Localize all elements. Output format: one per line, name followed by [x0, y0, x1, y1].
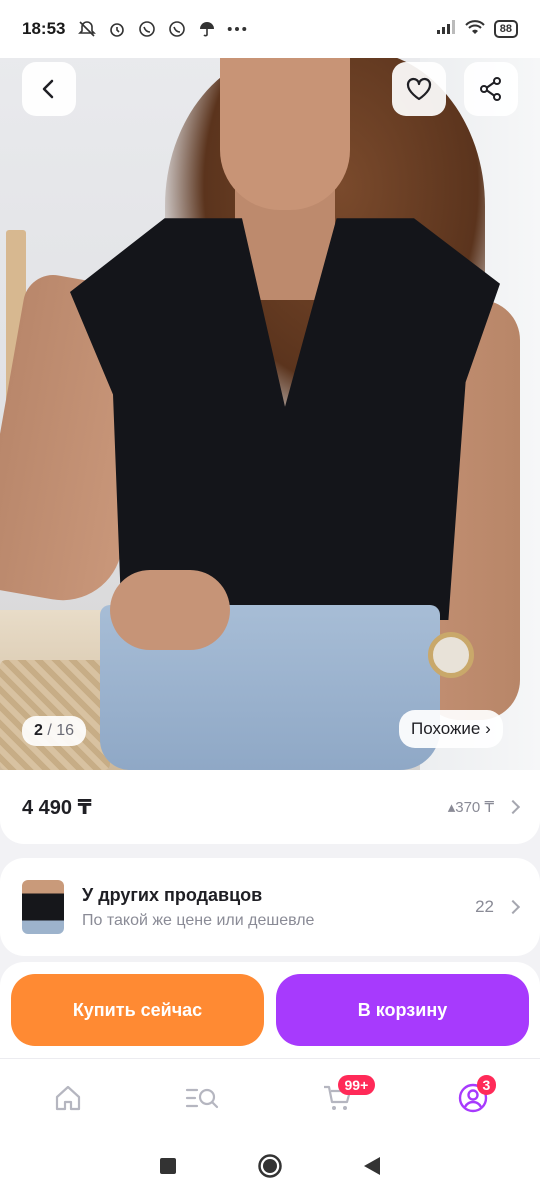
back-system-button[interactable] [363, 1156, 381, 1181]
price-change-link[interactable]: ▴370 ₸ [447, 798, 521, 816]
umbrella-icon [197, 19, 217, 39]
buy-now-button[interactable]: Купить сейчас [11, 974, 264, 1046]
chevron-left-icon [42, 79, 54, 99]
notification-icons [77, 19, 247, 39]
battery-indicator: 88 [493, 20, 518, 38]
back-button[interactable] [22, 62, 76, 116]
heart-icon [406, 77, 432, 101]
photo-counter: 2 / 16 [22, 716, 87, 746]
product-photo[interactable]: 2 / 16 Похожие › [0, 50, 540, 770]
whatsapp-icon [167, 19, 187, 39]
other-sellers-subtitle: По такой же цене или дешевле [82, 911, 315, 929]
other-sellers-count: 22 [475, 897, 494, 916]
home-system-button[interactable] [257, 1153, 283, 1184]
wifi-icon [464, 19, 486, 40]
catalog-search-icon [185, 1088, 218, 1108]
system-navigation-bar [0, 1136, 540, 1200]
circle-icon [258, 1153, 282, 1178]
price-card: 4 490 ₸ ▴370 ₸ [0, 770, 540, 844]
add-to-cart-button[interactable]: В корзину [276, 974, 529, 1046]
cart-count-badge: 99+ [337, 1074, 376, 1095]
chevron-right-icon [505, 899, 521, 915]
favorite-button[interactable] [392, 62, 446, 116]
system-status: 88 [436, 19, 518, 40]
other-sellers-thumbnail [22, 880, 64, 934]
photo-total: 16 [56, 722, 75, 739]
photo-current-index: 2 [34, 722, 43, 739]
profile-notification-badge: 3 [476, 1074, 497, 1095]
triangle-back-icon [364, 1156, 380, 1175]
similar-products-label: Похожие › [411, 719, 491, 738]
share-icon [480, 77, 501, 101]
chevron-right-icon [505, 799, 521, 815]
photo-counter-separator: / [47, 722, 52, 739]
action-bar: Купить сейчас В корзину [0, 962, 540, 1058]
nav-home[interactable] [38, 1073, 98, 1123]
bottom-nav: 99+ 3 [0, 1058, 540, 1136]
recents-button[interactable] [159, 1157, 177, 1180]
alarm-clock-icon [107, 19, 127, 39]
square-icon [160, 1157, 176, 1174]
whatsapp-icon [137, 19, 157, 39]
signal-icon [436, 19, 456, 40]
silent-alarm-icon [77, 19, 97, 39]
nav-profile[interactable]: 3 [443, 1073, 503, 1123]
other-sellers-title: У других продавцов [82, 884, 263, 905]
nav-cart[interactable]: 99+ [308, 1073, 376, 1123]
similar-products-button[interactable]: Похожие › [399, 710, 503, 748]
product-price: 4 490 ₸ [22, 796, 92, 819]
nav-catalog-search[interactable] [173, 1073, 233, 1123]
other-sellers-card[interactable]: У других продавцов По такой же цене или … [0, 858, 540, 956]
home-icon [55, 1085, 80, 1110]
price-change-value: ▴370 ₸ [447, 799, 494, 816]
status-time: 18:53 [22, 19, 66, 38]
status-bar: 18:53 88 [0, 0, 540, 58]
more-dots-icon [227, 19, 247, 39]
share-button[interactable] [464, 62, 518, 116]
